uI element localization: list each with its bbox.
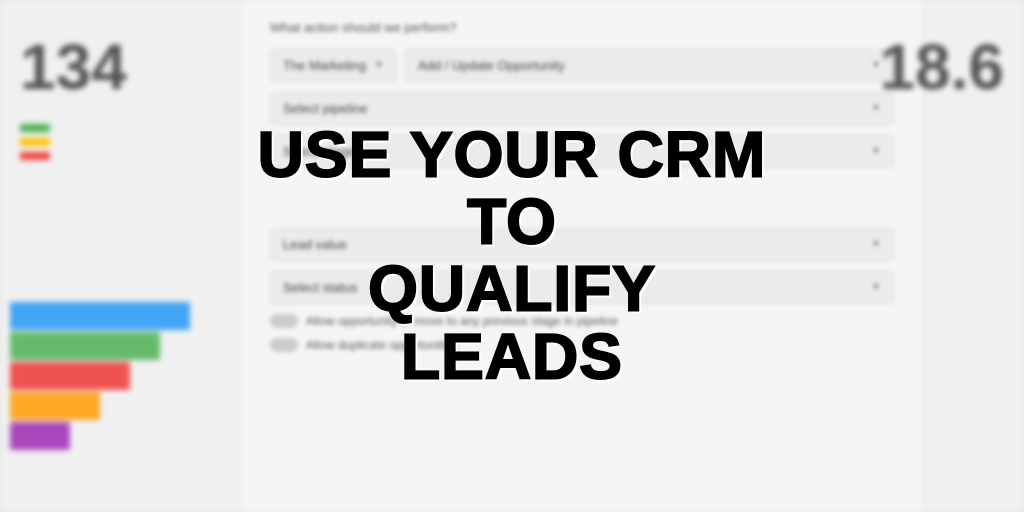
background-left: 134 (0, 0, 240, 512)
stage-label: Select stage (283, 144, 355, 159)
legend-dot-closed (20, 124, 50, 132)
spacer (270, 178, 894, 228)
toggle-1[interactable] (270, 314, 298, 328)
legend-item-open (20, 138, 220, 146)
stage-dropdown[interactable]: Select stage ▼ (270, 135, 894, 168)
chevron-down-icon: ▼ (871, 103, 881, 114)
pipeline-dropdown[interactable]: Select pipeline ▼ (270, 92, 894, 125)
lead-value-dropdown[interactable]: Lead value ▼ (270, 228, 894, 261)
chevron-down-icon: ▼ (871, 146, 881, 157)
funnel-bar-4 (10, 392, 100, 420)
legend-dot-lost (20, 152, 50, 160)
legend-item-closed (20, 124, 220, 132)
funnel-chart (10, 302, 190, 452)
funnel-bar-1 (10, 302, 190, 330)
toggle-1-label: Allow opportunity to move to any previou… (306, 314, 618, 328)
chevron-down-icon: ▼ (871, 239, 881, 250)
action-dropdown[interactable]: Add / Update Opportunity ▼ (405, 49, 894, 82)
stat-number-right: 18.6 (879, 30, 1004, 104)
funnel-bar-2 (10, 332, 160, 360)
marketing-dropdown[interactable]: The Marketing ▼ (270, 49, 397, 82)
form-row-top: The Marketing ▼ Add / Update Opportunity… (270, 49, 894, 82)
legend (20, 124, 220, 160)
chevron-down-icon: ▼ (871, 282, 881, 293)
form-question: What action should we perform? (270, 20, 894, 35)
legend-item-lost (20, 152, 220, 160)
pipeline-label: Select pipeline (283, 101, 368, 116)
legend-dot-open (20, 138, 50, 146)
chevron-down-icon: ▼ (374, 60, 384, 71)
background-right: 18.6 (924, 0, 1024, 512)
toggle-row-1: Allow opportunity to move to any previou… (270, 314, 894, 328)
action-label: Add / Update Opportunity (418, 58, 565, 73)
toggle-2-label: Allow duplicate opportunities (306, 338, 458, 352)
status-label: Select status (283, 280, 357, 295)
form-panel: What action should we perform? The Marke… (240, 0, 924, 512)
lead-value-label: Lead value (283, 237, 347, 252)
funnel-bar-5 (10, 422, 70, 450)
toggle-2[interactable] (270, 338, 298, 352)
toggle-row-2: Allow duplicate opportunities (270, 338, 894, 352)
marketing-label: The Marketing (283, 58, 366, 73)
stat-number-left: 134 (20, 30, 220, 104)
funnel-bar-3 (10, 362, 130, 390)
status-dropdown[interactable]: Select status ▼ (270, 271, 894, 304)
